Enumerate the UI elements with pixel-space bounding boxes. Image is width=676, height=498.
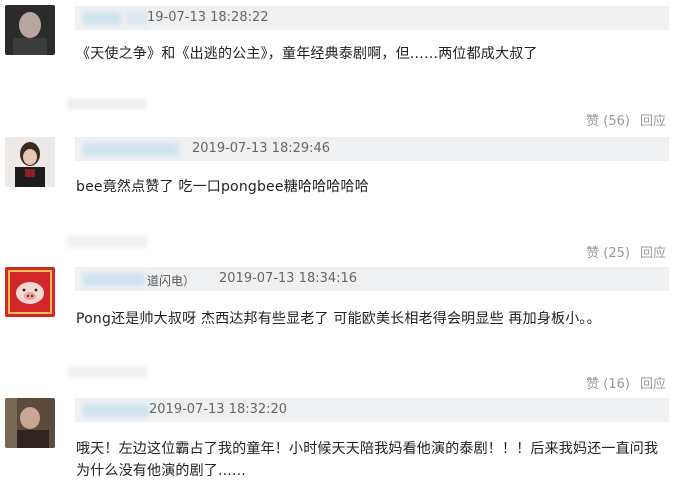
username[interactable] [83,143,178,156]
comment-time: 2019-07-13 18:34:16 [219,271,358,286]
comment-actions: 赞 (16) 回应 [586,373,666,392]
pig-avatar-icon [5,267,55,317]
username-suffix: 道闪电） [147,274,196,288]
username[interactable] [83,12,121,25]
comment-meta-bar: 19-07-13 18:28:22 [75,6,669,30]
comment-actions: 赞 (56) 回应 [586,110,666,129]
comment-meta-bar: 2019-07-13 18:32:20 [75,398,669,422]
comment-time: 2019-07-13 18:32:20 [149,402,288,417]
username-blur [127,12,147,25]
comment-text: 哦天！左边这位霸占了我的童年！小时候天天陪我妈看他演的泰剧！！！后来我妈还一直问… [76,441,659,479]
avatar[interactable] [5,5,55,55]
blurred-region [67,236,147,248]
username[interactable] [83,273,145,286]
reply-button[interactable]: 回应 [640,373,666,392]
reply-button[interactable]: 回应 [640,242,666,261]
like-button[interactable]: 赞 (25) [586,242,630,261]
avatar[interactable] [5,267,55,317]
blurred-region [67,366,147,378]
reply-button[interactable]: 回应 [640,110,666,129]
avatar[interactable] [5,398,55,448]
avatar-photo-icon [5,398,55,448]
comment-text: bee竟然点赞了 吃一口pongbee糖哈哈哈哈哈 [76,179,369,195]
comment-text: 《天使之争》和《出逃的公主》，童年经典泰剧啊，但……两位都成大叔了 [76,46,538,62]
avatar[interactable] [5,137,55,187]
like-button[interactable]: 赞 (56) [586,110,630,129]
avatar-photo-icon [5,137,55,187]
comment-actions: 赞 (25) 回应 [586,242,666,261]
comment-time: 2019-07-13 18:29:46 [192,141,331,156]
comment-time: 19-07-13 18:28:22 [147,10,269,25]
avatar-photo-icon [5,5,55,55]
comment-meta-bar: 道闪电） 2019-07-13 18:34:16 [75,267,669,291]
comment-text: Pong还是帅大叔呀 杰西达邦有些显老了 可能欧美长相老得会明显些 再加身板小。… [76,311,601,327]
username[interactable] [83,404,149,417]
like-button[interactable]: 赞 (16) [586,373,630,392]
blurred-region [67,98,147,110]
comment-meta-bar: 2019-07-13 18:29:46 [75,137,669,161]
